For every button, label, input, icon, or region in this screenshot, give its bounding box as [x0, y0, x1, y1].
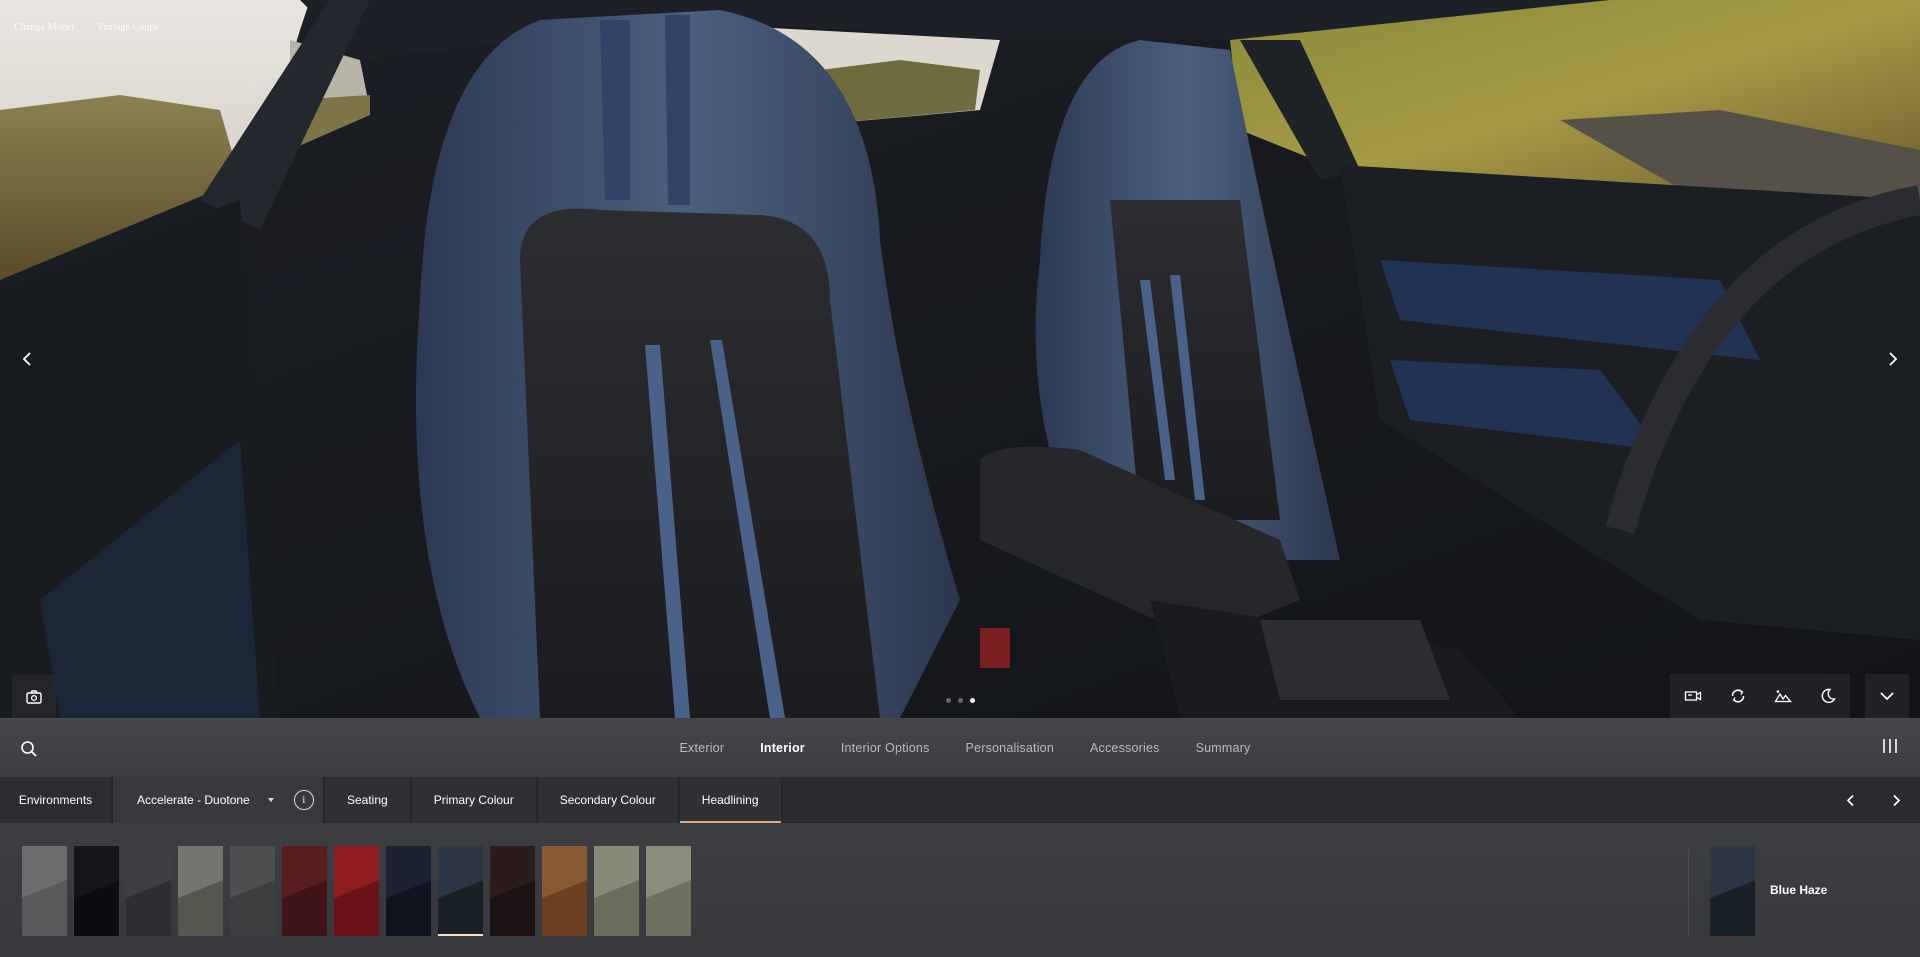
colour-swatch[interactable]	[178, 846, 223, 936]
moon-icon	[1821, 688, 1836, 704]
colour-swatch[interactable]	[22, 846, 67, 936]
chevron-down-icon	[1880, 692, 1894, 701]
colour-swatch[interactable]	[542, 846, 587, 936]
tab-accessories[interactable]: Accessories	[1072, 741, 1178, 755]
rotate-360-button[interactable]	[1715, 674, 1760, 718]
subtab-seating[interactable]: Seating	[325, 777, 412, 823]
swatch-list	[22, 846, 691, 936]
subnav-next-button[interactable]	[1888, 792, 1904, 808]
environment-button[interactable]	[1760, 674, 1805, 718]
tab-interior[interactable]: Interior	[742, 741, 823, 755]
chevron-left-icon	[1846, 794, 1854, 806]
environments-button[interactable]: Environments	[0, 777, 113, 823]
colour-swatch-panel: Blue Haze	[0, 823, 1920, 957]
menu-bar-icon	[1889, 739, 1891, 753]
colour-swatch[interactable]	[334, 846, 379, 936]
tab-interior-options[interactable]: Interior Options	[823, 741, 948, 755]
sub-nav-spacer	[782, 777, 1920, 823]
selected-colour-name: Blue Haze	[1770, 883, 1828, 897]
night-mode-button[interactable]	[1805, 674, 1850, 718]
colour-swatch[interactable]	[646, 846, 691, 936]
pagination-dot[interactable]	[946, 698, 951, 703]
camera-icon	[26, 689, 42, 704]
breadcrumb: Change Model › Vantage Coupe	[14, 22, 159, 33]
subtab-headlining[interactable]: Headlining	[679, 777, 783, 823]
sub-navigation: Environments Accelerate - Duotone i Seat…	[0, 777, 1920, 823]
screenshot-button[interactable]	[12, 675, 56, 718]
colour-swatch-selected[interactable]	[438, 846, 483, 936]
colour-swatch[interactable]	[490, 846, 535, 936]
landscape-icon	[1773, 690, 1792, 703]
divider	[1688, 846, 1689, 936]
subnav-prev-button[interactable]	[1842, 792, 1858, 808]
main-tabs: Exterior Interior Interior Options Perso…	[0, 718, 1920, 777]
configurator-viewer[interactable]: Change Model › Vantage Coupe	[0, 0, 1920, 718]
car-interior-render	[0, 0, 1920, 718]
caret-down-icon	[267, 798, 274, 802]
menu-bar-icon	[1883, 739, 1885, 753]
view-toolbar	[1670, 674, 1850, 718]
menu-bar-icon	[1895, 739, 1897, 753]
breadcrumb-change-model[interactable]: Change Model	[14, 22, 74, 33]
tab-summary[interactable]: Summary	[1178, 741, 1269, 755]
spec-select-value: Accelerate - Duotone	[137, 793, 250, 807]
spec-select[interactable]: Accelerate - Duotone i	[113, 777, 325, 823]
colour-swatch[interactable]	[126, 846, 171, 936]
colour-swatch[interactable]	[74, 846, 119, 936]
breadcrumb-model: Vantage Coupe	[97, 22, 160, 33]
chevron-right-icon	[1889, 352, 1898, 366]
colour-swatch[interactable]	[386, 846, 431, 936]
subtab-secondary-colour[interactable]: Secondary Colour	[537, 777, 680, 823]
next-view-button[interactable]	[1878, 344, 1908, 374]
tab-personalisation[interactable]: Personalisation	[948, 741, 1072, 755]
breadcrumb-separator: ›	[84, 23, 88, 32]
collapse-panel-button[interactable]	[1865, 674, 1909, 718]
chevron-right-icon	[1892, 794, 1900, 806]
pagination-dot-active[interactable]	[970, 698, 975, 703]
pagination-dot[interactable]	[958, 698, 963, 703]
chevron-left-icon	[22, 352, 31, 366]
video-button[interactable]	[1670, 674, 1715, 718]
subtab-primary-colour[interactable]: Primary Colour	[411, 777, 538, 823]
view-pagination	[946, 698, 975, 703]
colour-swatch[interactable]	[230, 846, 275, 936]
colour-swatch[interactable]	[594, 846, 639, 936]
selected-colour-panel: Blue Haze	[1688, 846, 1920, 936]
menu-button[interactable]	[1880, 739, 1900, 755]
info-icon[interactable]: i	[293, 790, 314, 810]
main-navigation: Exterior Interior Interior Options Perso…	[0, 718, 1920, 777]
video-camera-icon	[1684, 691, 1701, 701]
colour-swatch[interactable]	[282, 846, 327, 936]
tab-exterior[interactable]: Exterior	[662, 741, 743, 755]
rotate-icon	[1731, 689, 1744, 703]
selected-colour-swatch	[1710, 846, 1755, 936]
previous-view-button[interactable]	[12, 344, 42, 374]
subnav-scroll-controls	[1842, 777, 1920, 823]
